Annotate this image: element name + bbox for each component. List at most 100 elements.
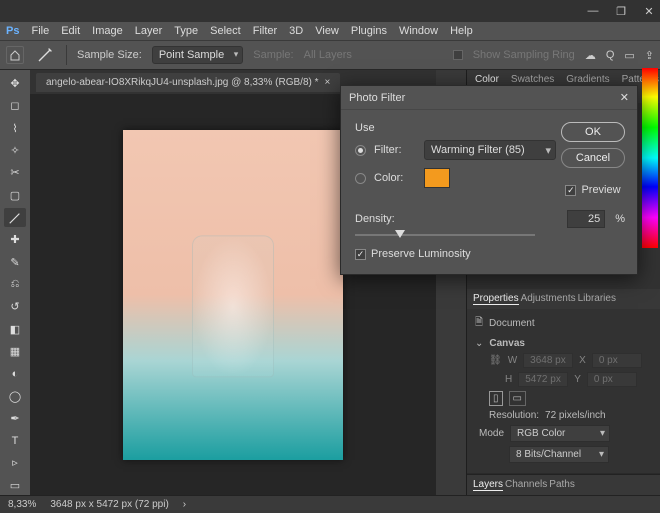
canvas-image[interactable] bbox=[123, 130, 343, 460]
home-icon[interactable] bbox=[6, 46, 24, 64]
brush-tool-icon[interactable]: ✎ bbox=[4, 253, 26, 272]
show-ring-checkbox[interactable] bbox=[453, 50, 463, 60]
x-field[interactable]: 0 px bbox=[592, 353, 642, 368]
document-label: Document bbox=[489, 318, 535, 329]
color-swatch[interactable] bbox=[424, 168, 450, 188]
height-field[interactable]: 5472 px bbox=[518, 372, 568, 387]
document-icon: 🗎 bbox=[475, 315, 483, 332]
tab-paths[interactable]: Paths bbox=[549, 479, 575, 491]
canvas-section-label: Canvas bbox=[489, 338, 525, 349]
move-tool-icon[interactable]: ✥ bbox=[4, 74, 26, 93]
density-label: Density: bbox=[355, 213, 395, 225]
menu-bar: Ps File Edit Image Layer Type Select Fil… bbox=[0, 22, 660, 40]
filter-radio-label: Filter: bbox=[374, 144, 416, 156]
menu-help[interactable]: Help bbox=[450, 25, 473, 37]
bits-select[interactable]: 8 Bits/Channel bbox=[509, 446, 609, 463]
density-slider[interactable] bbox=[355, 230, 535, 240]
color-radio[interactable] bbox=[355, 173, 366, 184]
lasso-tool-icon[interactable]: ⌇ bbox=[4, 119, 26, 138]
x-label: X bbox=[579, 355, 586, 366]
menu-filter[interactable]: Filter bbox=[253, 25, 277, 37]
workspace-icon[interactable]: ▭ bbox=[624, 49, 634, 62]
app-logo-icon[interactable]: Ps bbox=[6, 25, 19, 37]
gradient-tool-icon[interactable]: ▦ bbox=[4, 342, 26, 361]
path-tool-icon[interactable]: ▹ bbox=[4, 453, 26, 472]
wand-tool-icon[interactable]: ✧ bbox=[4, 141, 26, 160]
type-tool-icon[interactable]: T bbox=[4, 431, 26, 450]
dialog-close-icon[interactable]: ✕ bbox=[620, 91, 629, 104]
dodge-tool-icon[interactable]: ◯ bbox=[4, 386, 26, 405]
tools-panel: ✥ ◻ ⌇ ✧ ✂ ▢ ✚ ✎ ⎌ ↺ ◧ ▦ ◐ ◯ ✒ T ▹ ▭ bbox=[0, 70, 30, 495]
filter-radio[interactable] bbox=[355, 145, 366, 156]
menu-plugins[interactable]: Plugins bbox=[351, 25, 387, 37]
preserve-luminosity-label: Preserve Luminosity bbox=[371, 248, 471, 260]
eyedropper-tool-icon[interactable] bbox=[34, 44, 56, 66]
menu-edit[interactable]: Edit bbox=[61, 25, 80, 37]
color-radio-label: Color: bbox=[374, 172, 416, 184]
tab-properties[interactable]: Properties bbox=[473, 293, 519, 305]
eyedropper-tool-icon[interactable] bbox=[4, 208, 26, 227]
orient-portrait-icon[interactable]: ▯ bbox=[489, 391, 503, 406]
tab-libraries[interactable]: Libraries bbox=[578, 293, 616, 305]
maximize-icon[interactable]: ❐ bbox=[614, 5, 628, 18]
document-tab-title: angelo-abear-IO8XRikqJU4-unsplash.jpg @ … bbox=[46, 77, 319, 88]
sample-size-label: Sample Size: bbox=[77, 49, 142, 61]
tab-layers[interactable]: Layers bbox=[473, 479, 503, 491]
menu-select[interactable]: Select bbox=[210, 25, 241, 37]
close-window-icon[interactable]: ✕ bbox=[642, 5, 656, 18]
h-label: H bbox=[505, 374, 512, 385]
resolution-label: Resolution: bbox=[489, 410, 539, 421]
document-tab[interactable]: angelo-abear-IO8XRikqJU4-unsplash.jpg @ … bbox=[36, 73, 340, 92]
y-field[interactable]: 0 px bbox=[587, 372, 637, 387]
menu-type[interactable]: Type bbox=[174, 25, 198, 37]
stamp-tool-icon[interactable]: ⎌ bbox=[4, 275, 26, 294]
blur-tool-icon[interactable]: ◐ bbox=[4, 364, 26, 383]
cloud-docs-icon[interactable]: ☁ bbox=[585, 49, 596, 62]
pen-tool-icon[interactable]: ✒ bbox=[4, 409, 26, 428]
density-input[interactable]: 25 bbox=[567, 210, 605, 228]
status-more-icon[interactable]: › bbox=[183, 499, 186, 510]
frame-tool-icon[interactable]: ▢ bbox=[4, 186, 26, 205]
cancel-button[interactable]: Cancel bbox=[561, 148, 625, 168]
menu-image[interactable]: Image bbox=[92, 25, 123, 37]
shape-tool-icon[interactable]: ▭ bbox=[4, 476, 26, 495]
width-field[interactable]: 3648 px bbox=[523, 353, 573, 368]
preview-checkbox[interactable]: ✓ bbox=[565, 185, 576, 196]
tab-gradients[interactable]: Gradients bbox=[566, 74, 609, 85]
tab-swatches[interactable]: Swatches bbox=[511, 74, 554, 85]
menu-view[interactable]: View bbox=[315, 25, 339, 37]
tab-adjustments[interactable]: Adjustments bbox=[521, 293, 576, 305]
status-bar: 8,33% 3648 px x 5472 px (72 ppi) › bbox=[0, 495, 660, 513]
preserve-luminosity-checkbox[interactable]: ✓ bbox=[355, 249, 366, 260]
ok-button[interactable]: OK bbox=[561, 122, 625, 142]
share-icon[interactable]: ⇪ bbox=[645, 49, 654, 62]
filter-select[interactable]: Warming Filter (85) bbox=[424, 140, 556, 160]
tab-channels[interactable]: Channels bbox=[505, 479, 547, 491]
canvas-disclosure-icon[interactable]: ⌄ bbox=[475, 338, 483, 349]
marquee-tool-icon[interactable]: ◻ bbox=[4, 96, 26, 115]
menu-file[interactable]: File bbox=[31, 25, 49, 37]
menu-window[interactable]: Window bbox=[399, 25, 438, 37]
search-icon[interactable]: Q bbox=[606, 49, 615, 61]
link-wh-icon[interactable]: ⛓ bbox=[489, 355, 502, 366]
mode-select[interactable]: RGB Color bbox=[510, 425, 610, 442]
status-zoom[interactable]: 8,33% bbox=[8, 499, 36, 510]
layers-panel-tabs: Layers Channels Paths bbox=[467, 474, 660, 495]
heal-tool-icon[interactable]: ✚ bbox=[4, 230, 26, 249]
hue-spectrum[interactable] bbox=[642, 68, 658, 248]
sample-size-select[interactable]: Point Sample bbox=[152, 46, 243, 64]
tab-color[interactable]: Color bbox=[475, 74, 499, 85]
menu-layer[interactable]: Layer bbox=[135, 25, 163, 37]
status-dims: 3648 px x 5472 px (72 ppi) bbox=[50, 499, 168, 510]
minimize-icon[interactable]: — bbox=[586, 5, 600, 17]
density-unit: % bbox=[615, 213, 625, 225]
y-label: Y bbox=[574, 374, 581, 385]
document-tab-close-icon[interactable]: × bbox=[325, 77, 331, 88]
history-brush-icon[interactable]: ↺ bbox=[4, 297, 26, 316]
preview-label: Preview bbox=[581, 184, 620, 196]
w-label: W bbox=[508, 355, 517, 366]
eraser-tool-icon[interactable]: ◧ bbox=[4, 319, 26, 338]
crop-tool-icon[interactable]: ✂ bbox=[4, 163, 26, 182]
menu-3d[interactable]: 3D bbox=[289, 25, 303, 37]
orient-landscape-icon[interactable]: ▭ bbox=[509, 391, 526, 406]
